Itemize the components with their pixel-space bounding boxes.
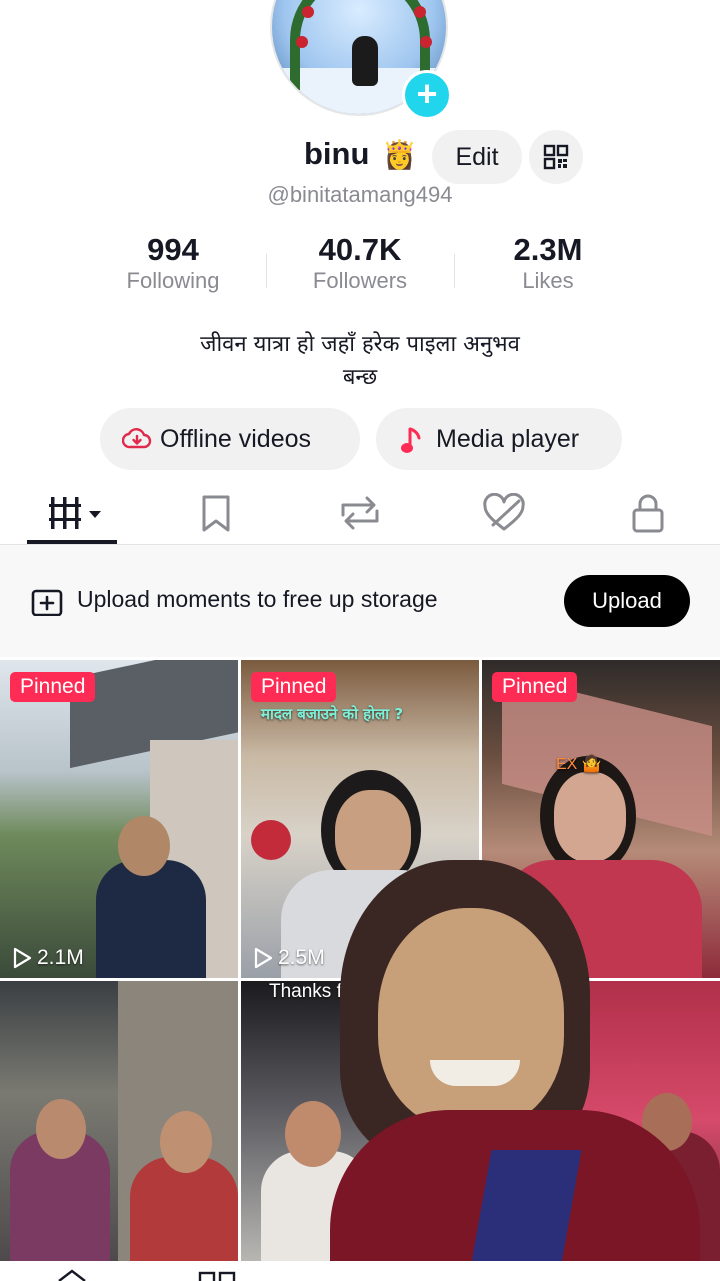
stat-following[interactable]: 994 Following	[93, 232, 253, 294]
avatar-person	[352, 36, 378, 86]
person-shape	[96, 860, 206, 978]
repost-icon	[341, 496, 379, 530]
pinned-badge: Pinned	[492, 672, 578, 702]
overlay-person	[330, 860, 700, 1280]
profile-handle: @binitatamang494	[267, 182, 453, 207]
lock-icon	[632, 494, 664, 533]
qr-code-button[interactable]	[529, 130, 583, 184]
music-note-icon	[401, 427, 421, 453]
edit-profile-button[interactable]: Edit	[432, 130, 522, 184]
face-shape	[378, 908, 564, 1128]
video-tile[interactable]: Pinned 2.1M	[0, 660, 238, 978]
stat-likes-value: 2.3M	[513, 232, 583, 267]
tab-favorites[interactable]	[144, 482, 288, 544]
tab-liked[interactable]	[432, 482, 576, 544]
play-icon	[254, 947, 273, 969]
bottom-nav-bar	[0, 1261, 720, 1281]
video-tile[interactable]	[0, 981, 238, 1261]
offline-videos-button[interactable]: Offline videos	[100, 408, 360, 470]
view-count: 2.5M	[253, 946, 325, 970]
smile-shape	[430, 1060, 520, 1086]
add-storage-icon	[31, 589, 63, 616]
home-icon[interactable]	[56, 1269, 88, 1281]
stat-divider	[454, 254, 455, 288]
stat-followers-label: Followers	[312, 268, 408, 293]
stat-following-label: Following	[126, 268, 220, 293]
offline-videos-label: Offline videos	[160, 425, 312, 453]
bio-line: बन्छ	[342, 365, 378, 390]
pinned-badge: Pinned	[251, 672, 337, 702]
rose-shape	[414, 6, 426, 18]
view-count: 2.1M	[12, 946, 84, 970]
media-player-button[interactable]: Media player	[376, 408, 622, 470]
stat-likes-label: Likes	[522, 268, 574, 293]
face-shape	[36, 1099, 86, 1159]
pinned-badge: Pinned	[10, 672, 96, 702]
add-story-plus-icon[interactable]: +	[402, 70, 452, 120]
stat-followers[interactable]: 40.7K Followers	[280, 232, 440, 294]
bookmark-icon	[202, 495, 230, 532]
rose-shape	[296, 36, 308, 48]
tab-reposts[interactable]	[288, 482, 432, 544]
stat-followers-value: 40.7K	[318, 232, 402, 267]
rose-shape	[302, 6, 314, 18]
tab-videos[interactable]	[0, 482, 144, 544]
princess-emoji-icon: 👸	[382, 139, 417, 170]
profile-name: binu	[304, 136, 370, 171]
stat-likes[interactable]: 2.3M Likes	[468, 232, 628, 294]
media-player-label: Media player	[436, 425, 580, 453]
tab-private[interactable]	[576, 482, 720, 544]
qr-code-icon	[543, 144, 569, 170]
profile-bio: जीवन यात्रा हो जहाँ हरेक पाइला अनुभव बन्…	[0, 328, 720, 394]
video-caption: मादल बजाउने को होला ?	[261, 705, 404, 723]
stat-following-value: 994	[147, 232, 199, 267]
upload-button[interactable]: Upload	[564, 575, 690, 627]
bio-line: जीवन यात्रा हो जहाँ हरेक पाइला अनुभव	[200, 332, 520, 357]
face-shape	[160, 1111, 212, 1173]
videos-grid-icon	[49, 497, 101, 529]
video-caption: EX 🤷	[556, 756, 602, 773]
liked-hidden-icon	[483, 493, 525, 531]
face-shape	[118, 816, 170, 876]
play-icon	[13, 947, 32, 969]
upload-banner-text: Upload moments to free up storage	[77, 586, 438, 612]
flower-shape	[251, 820, 291, 860]
view-count-value: 2.5M	[278, 946, 325, 969]
stat-divider	[266, 254, 267, 288]
rose-shape	[420, 36, 432, 48]
view-count-value: 2.1M	[37, 946, 84, 969]
cloud-download-icon	[122, 428, 152, 449]
face-shape	[554, 772, 626, 862]
